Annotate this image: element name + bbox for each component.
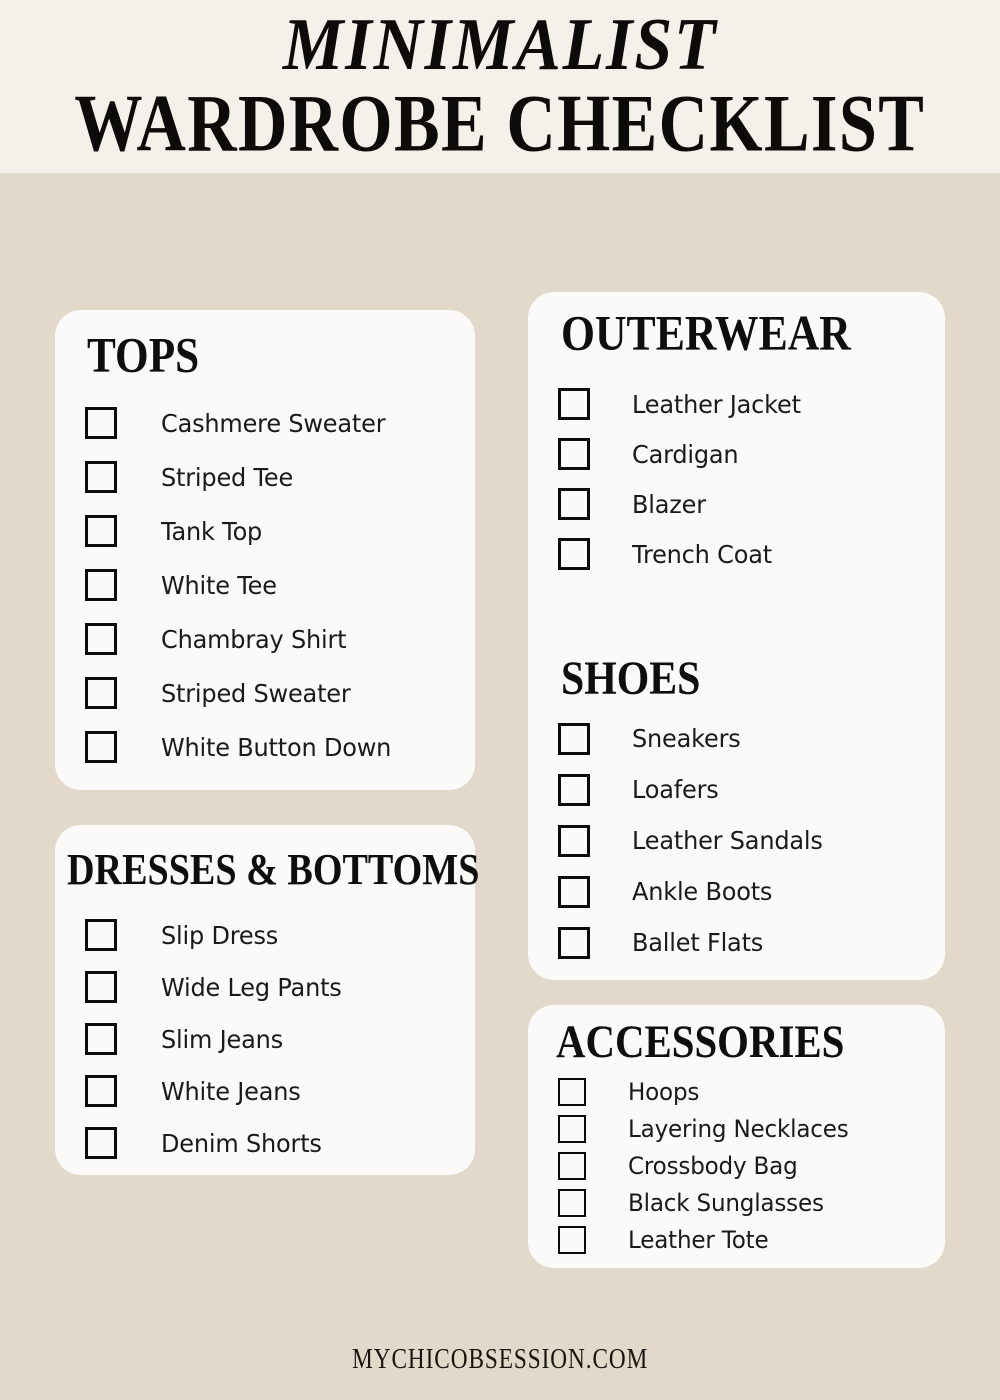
checkbox-icon[interactable] (558, 438, 590, 470)
checklist-item-label: White Jeans (161, 1076, 301, 1106)
checklist-item-label: Leather Sandals (632, 826, 823, 855)
checklist-item-label: White Tee (161, 570, 277, 600)
checkbox-icon[interactable] (558, 1077, 586, 1106)
footer-website-url: MYCHICOBSESSION.COM (351, 1344, 649, 1375)
category-title-tops: TOPS (87, 327, 200, 383)
checklist-item-label: Sneakers (632, 724, 741, 753)
checklist-item-label: Tank Top (161, 516, 263, 546)
checklist-item[interactable]: Striped Tee (85, 450, 455, 504)
checklist-item-label: Crossbody Bag (628, 1151, 798, 1180)
checkbox-icon[interactable] (558, 1188, 586, 1217)
checklist-board: TOPS Cashmere Sweater Striped Tee Tank Top… (0, 173, 1000, 1400)
checklist-item[interactable]: Striped Sweater (85, 666, 455, 720)
checklist-item[interactable]: Blazer (558, 479, 928, 529)
checklist-item[interactable]: Black Sunglasses (558, 1184, 928, 1221)
category-title-accessories: ACCESSORIES (556, 1017, 845, 1068)
checkbox-icon[interactable] (558, 1225, 586, 1254)
checkbox-icon[interactable] (558, 773, 590, 806)
checklist-item[interactable]: White Jeans (85, 1065, 465, 1117)
checkbox-icon[interactable] (558, 1114, 586, 1143)
checklist-outerwear: Leather Jacket Cardigan Blazer Trench Coat (558, 379, 928, 579)
category-card-dresses-bottoms: DRESSES & BOTTOMS Slip Dress Wide Leg Pan… (55, 825, 480, 1175)
checklist-dresses-bottoms: Slip Dress Wide Leg Pants Slim Jeans White … (85, 909, 465, 1169)
checklist-item[interactable]: Ballet Flats (558, 917, 928, 968)
checklist-item[interactable]: Cardigan (558, 429, 928, 479)
checkbox-icon[interactable] (85, 731, 117, 763)
checklist-item-label: Trench Coat (632, 539, 772, 569)
checklist-item[interactable]: Wide Leg Pants (85, 961, 465, 1013)
checkbox-icon[interactable] (85, 677, 117, 709)
category-title-dresses-bottoms: DRESSES & BOTTOMS (67, 844, 480, 894)
checklist-item-label: Slip Dress (161, 920, 279, 950)
checkbox-icon[interactable] (85, 919, 117, 951)
checklist-item-label: Chambray Shirt (161, 624, 347, 654)
checklist-item[interactable]: Slip Dress (85, 909, 465, 961)
checkbox-icon[interactable] (558, 722, 590, 755)
category-title-shoes: SHOES (561, 652, 701, 705)
checklist-item-label: Wide Leg Pants (161, 972, 342, 1002)
checklist-item-label: White Button Down (161, 732, 392, 762)
checklist-item-label: Hoops (628, 1077, 700, 1106)
checklist-item-label: Denim Shorts (161, 1128, 322, 1158)
checklist-item-label: Blazer (632, 489, 706, 519)
checkbox-icon[interactable] (85, 569, 117, 601)
checkbox-icon[interactable] (85, 971, 117, 1003)
checklist-tops: Cashmere Sweater Striped Tee Tank Top White… (85, 396, 455, 774)
page-title-primary: MINIMALIST (282, 4, 718, 86)
checklist-item[interactable]: Ankle Boots (558, 866, 928, 917)
category-card-tops: TOPS Cashmere Sweater Striped Tee Tank Top… (55, 310, 475, 790)
checklist-item[interactable]: Denim Shorts (85, 1117, 465, 1169)
checklist-item[interactable]: Crossbody Bag (558, 1147, 928, 1184)
category-card-shoes: SHOES Sneakers Loafers Leather Sandals Ankl… (528, 638, 945, 980)
checklist-item-label: Leather Jacket (632, 389, 801, 419)
checkbox-icon[interactable] (85, 515, 117, 547)
checkbox-icon[interactable] (85, 461, 117, 493)
checkbox-icon[interactable] (558, 824, 590, 857)
checkbox-icon[interactable] (558, 488, 590, 520)
checklist-item-label: Striped Tee (161, 462, 294, 492)
checklist-item[interactable]: Trench Coat (558, 529, 928, 579)
checklist-item[interactable]: White Tee (85, 558, 455, 612)
checklist-item-label: Striped Sweater (161, 678, 351, 708)
checklist-item[interactable]: Loafers (558, 764, 928, 815)
checklist-item[interactable]: Slim Jeans (85, 1013, 465, 1065)
checkbox-icon[interactable] (85, 1075, 117, 1107)
checkbox-icon[interactable] (558, 538, 590, 570)
checklist-item-label: Ballet Flats (632, 928, 764, 957)
checklist-item[interactable]: Cashmere Sweater (85, 396, 455, 450)
checkbox-icon[interactable] (558, 388, 590, 420)
footer: MYCHICOBSESSION.COM (0, 1344, 1000, 1375)
checkbox-icon[interactable] (85, 1127, 117, 1159)
checklist-item-label: Slim Jeans (161, 1024, 283, 1054)
checklist-item[interactable]: Leather Sandals (558, 815, 928, 866)
checklist-item[interactable]: Chambray Shirt (85, 612, 455, 666)
checklist-item-label: Black Sunglasses (628, 1188, 824, 1217)
checklist-accessories: Hoops Layering Necklaces Crossbody Bag Blac… (558, 1073, 928, 1258)
checkbox-icon[interactable] (85, 1023, 117, 1055)
category-title-outerwear: OUTERWEAR (561, 305, 851, 361)
checkbox-icon[interactable] (558, 1151, 586, 1180)
checkbox-icon[interactable] (85, 623, 117, 655)
checklist-item-label: Leather Tote (628, 1225, 769, 1254)
checklist-item[interactable]: Hoops (558, 1073, 928, 1110)
checklist-item[interactable]: White Button Down (85, 720, 455, 774)
category-card-accessories: ACCESSORIES Hoops Layering Necklaces Cross… (528, 1005, 945, 1268)
checklist-item[interactable]: Leather Tote (558, 1221, 928, 1258)
header-band: MINIMALIST WARDROBE CHECKLIST (0, 0, 1000, 173)
checklist-item-label: Cashmere Sweater (161, 408, 386, 438)
page-title-secondary: WARDROBE CHECKLIST (74, 78, 926, 169)
checkbox-icon[interactable] (85, 407, 117, 439)
checklist-item[interactable]: Leather Jacket (558, 379, 928, 429)
checklist-shoes: Sneakers Loafers Leather Sandals Ankle Boot… (558, 713, 928, 968)
checkbox-icon[interactable] (558, 875, 590, 908)
checklist-item[interactable]: Layering Necklaces (558, 1110, 928, 1147)
checklist-item[interactable]: Tank Top (85, 504, 455, 558)
checklist-item[interactable]: Sneakers (558, 713, 928, 764)
checklist-item-label: Loafers (632, 775, 719, 804)
checkbox-icon[interactable] (558, 926, 590, 959)
checklist-item-label: Layering Necklaces (628, 1114, 849, 1143)
checklist-item-label: Cardigan (632, 439, 739, 469)
checklist-item-label: Ankle Boots (632, 877, 773, 906)
